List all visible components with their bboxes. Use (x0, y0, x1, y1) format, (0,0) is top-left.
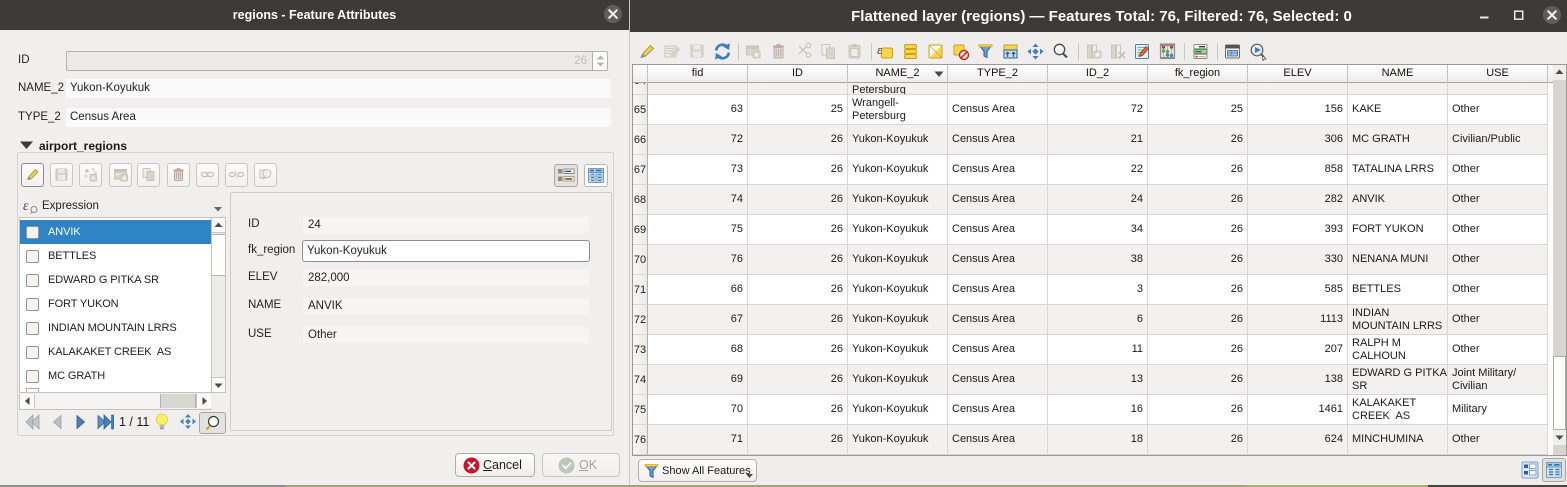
svg-text:ε: ε (23, 199, 29, 214)
svg-text:ε: ε (877, 42, 883, 57)
